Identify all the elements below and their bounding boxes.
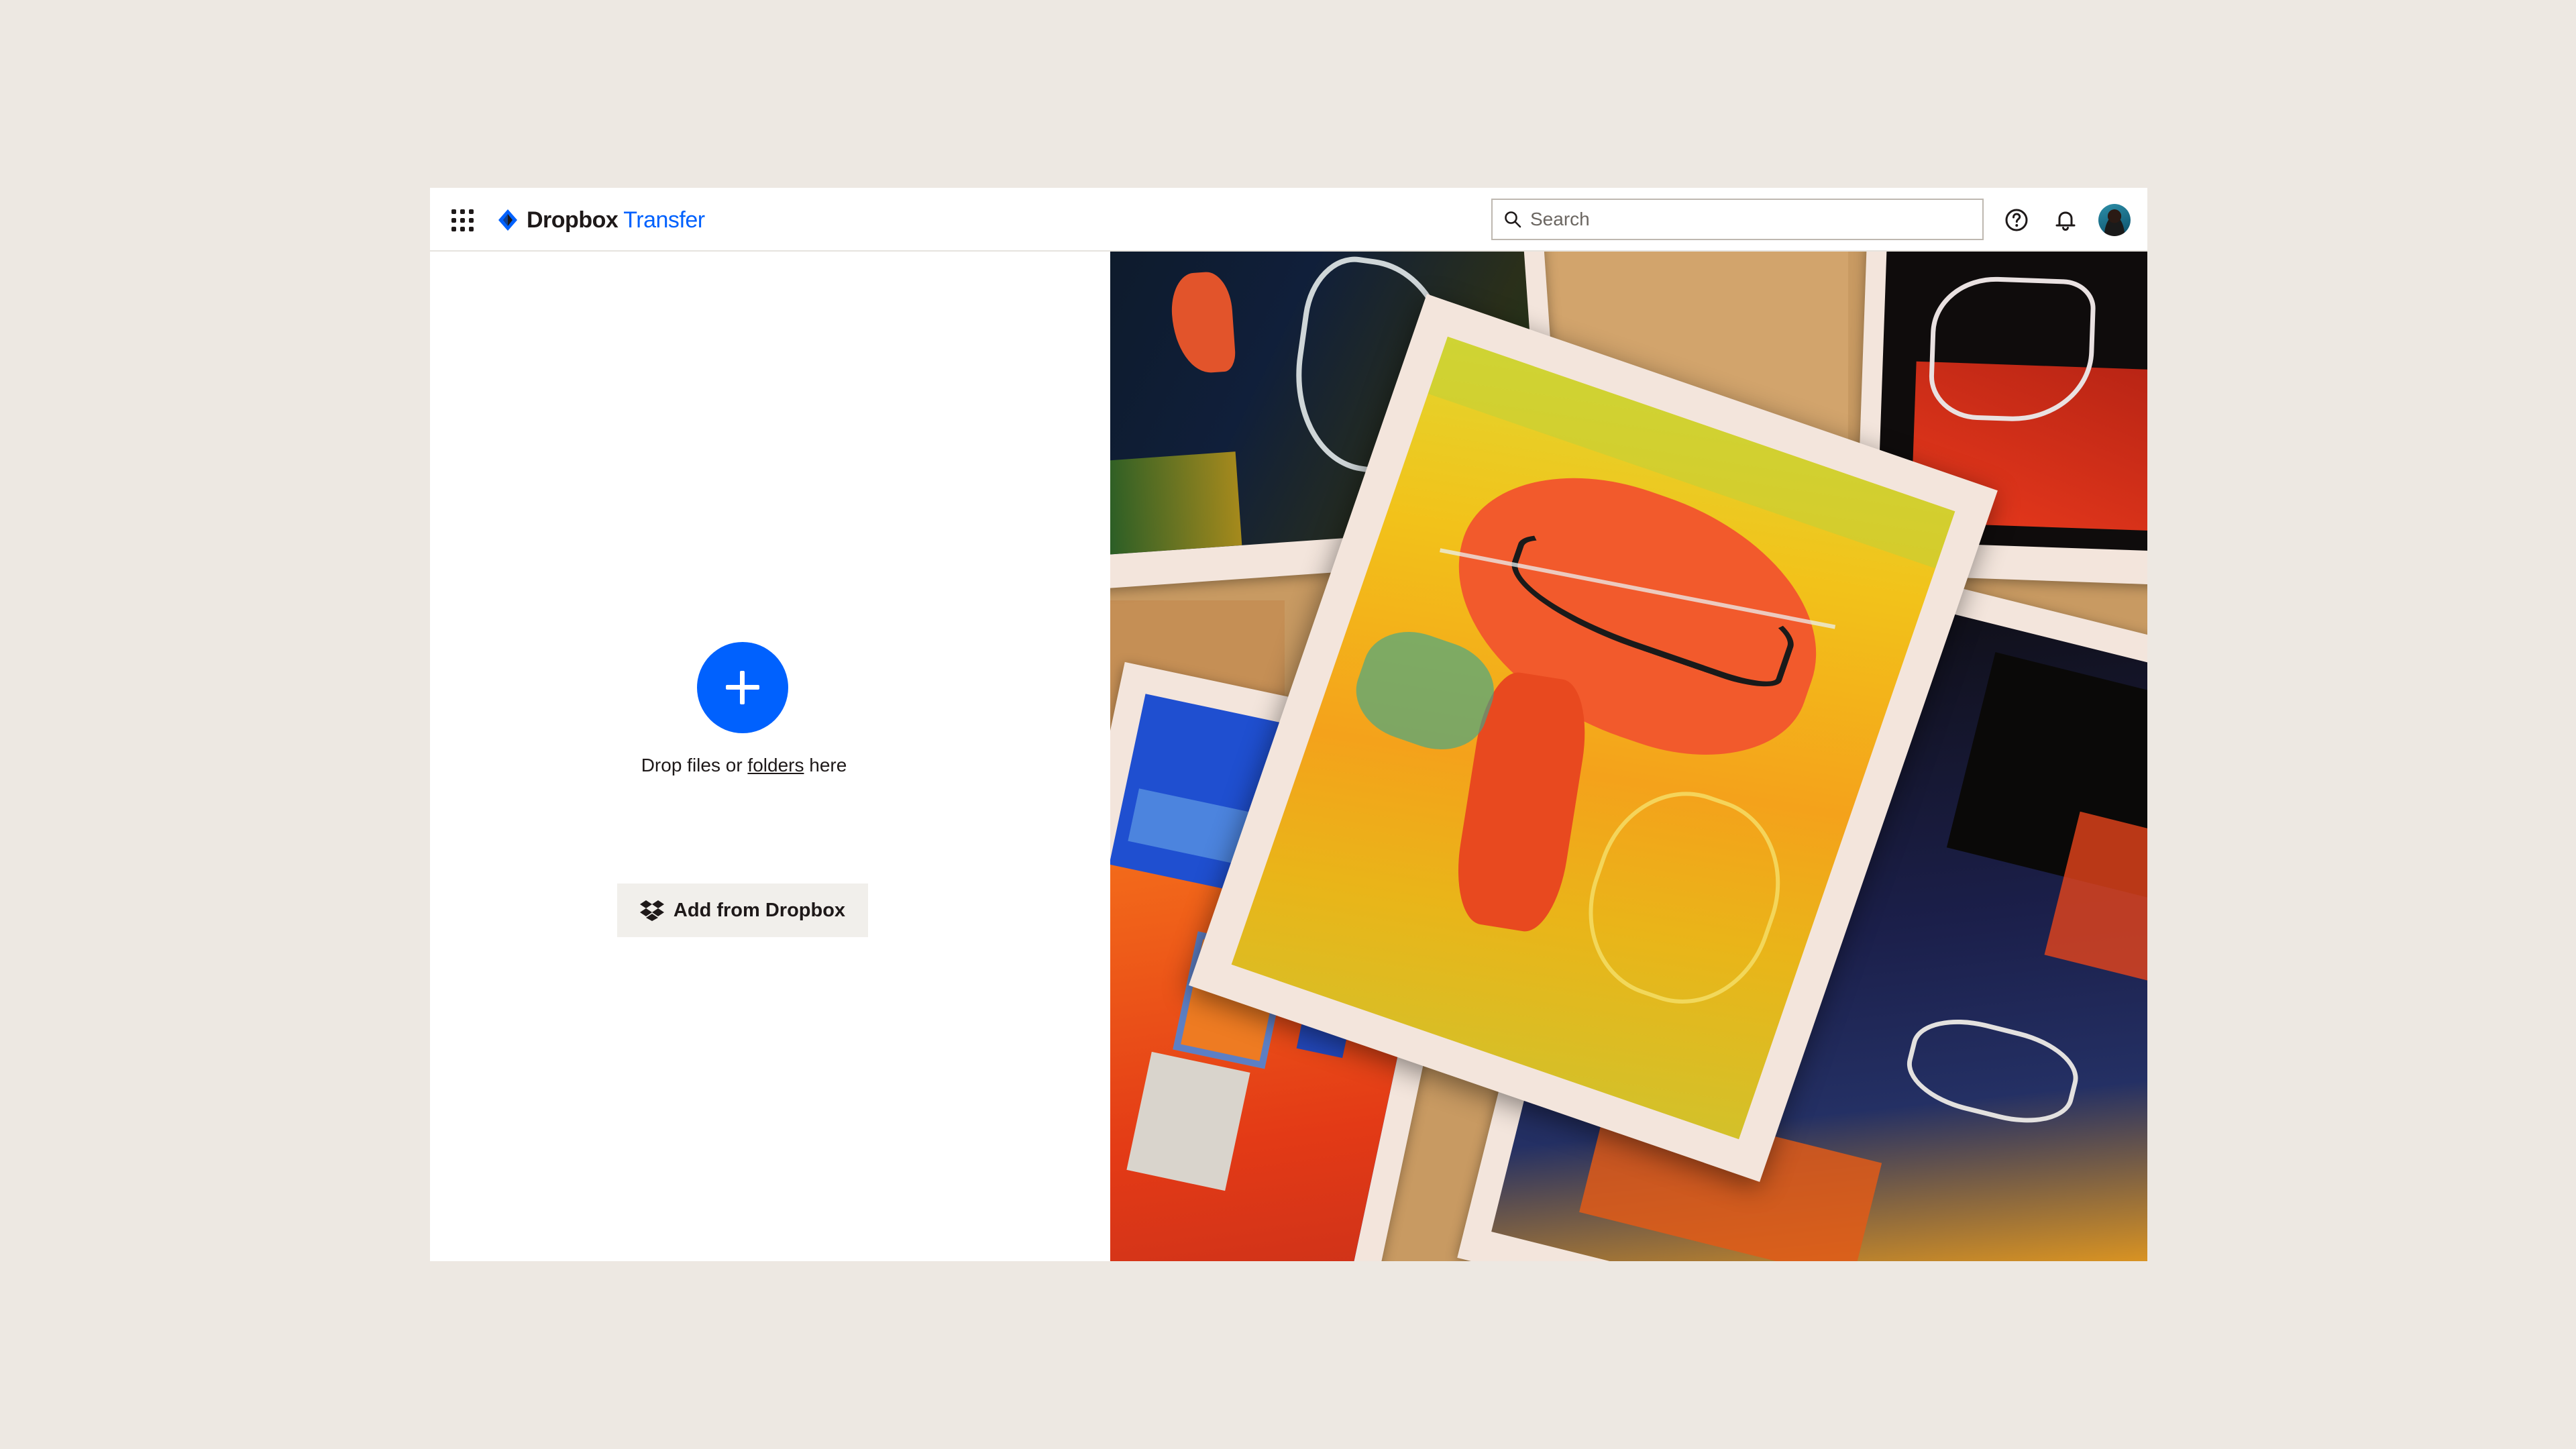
grid-icon[interactable] [450,208,474,232]
user-avatar[interactable] [2098,204,2131,236]
search-icon [1505,211,1521,228]
upload-panel[interactable]: Drop files or folders here Add from Drop… [430,252,1110,1261]
dropbox-icon [639,900,664,921]
transfer-window: Dropbox Transfer Search Drop files or fo… [430,188,2147,1261]
product-name: Transfer [623,207,705,233]
drop-text-suffix: here [804,755,847,775]
dropbox-transfer-logo-icon [498,209,517,231]
drop-instructions: Drop files or folders here [430,755,1058,776]
artwork-image [1110,252,2147,1261]
add-from-dropbox-button[interactable]: Add from Dropbox [617,883,868,937]
bell-icon[interactable] [2052,207,2079,233]
brand-name: Dropbox [527,207,619,233]
brand-logo[interactable]: Dropbox Transfer [496,205,705,235]
drop-text-prefix: Drop files or [641,755,748,775]
search-input[interactable] [1530,200,1982,239]
search-box[interactable] [1491,199,1984,240]
top-bar: Dropbox Transfer [430,188,2147,252]
add-from-dropbox-label: Add from Dropbox [673,899,846,921]
help-icon[interactable] [2003,207,2030,233]
add-files-button[interactable] [697,642,788,733]
folders-link[interactable]: folders [747,755,804,775]
